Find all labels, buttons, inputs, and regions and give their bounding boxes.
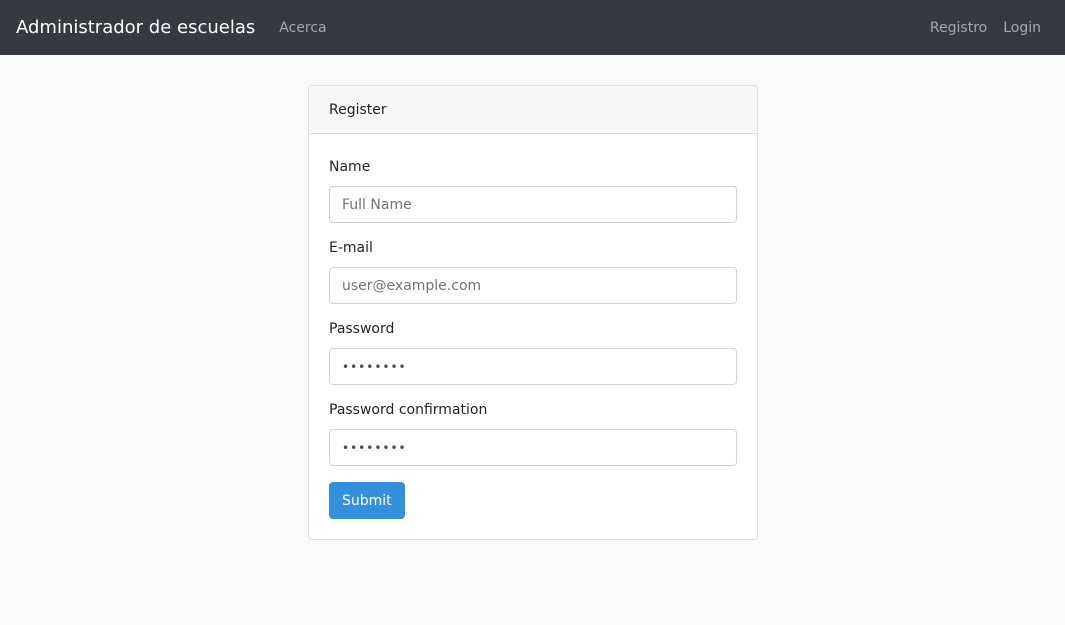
password-confirmation-group: Password confirmation •••••••• [329,401,737,466]
password-group: Password •••••••• [329,320,737,385]
name-group: Name [329,158,737,223]
register-title: Register [329,101,387,118]
nav-link-login[interactable]: Login [1003,20,1041,36]
email-input[interactable] [329,267,737,304]
email-label: E-mail [329,240,373,256]
name-input[interactable] [329,186,737,223]
email-group: E-mail [329,239,737,304]
navbar-left: Administrador de escuelas Acerca [16,18,327,37]
register-form: Name E-mail Password •••••••• Password c… [309,134,757,539]
submit-button[interactable]: Submit [329,482,405,519]
password-confirmation-label: Password confirmation [329,402,488,418]
top-navbar: Administrador de escuelas Acerca Registr… [0,0,1065,55]
password-input[interactable]: •••••••• [329,348,737,385]
name-label: Name [329,159,371,175]
navbar-right: Registro Login [930,20,1041,36]
nav-link-acerca[interactable]: Acerca [279,20,326,36]
password-confirmation-input[interactable]: •••••••• [329,429,737,466]
register-card: Register Name E-mail Password •••••••• P… [308,85,758,540]
password-label: Password [329,321,395,337]
nav-link-registro[interactable]: Registro [930,20,987,36]
register-card-header: Register [309,86,757,134]
brand-link[interactable]: Administrador de escuelas [16,18,255,37]
